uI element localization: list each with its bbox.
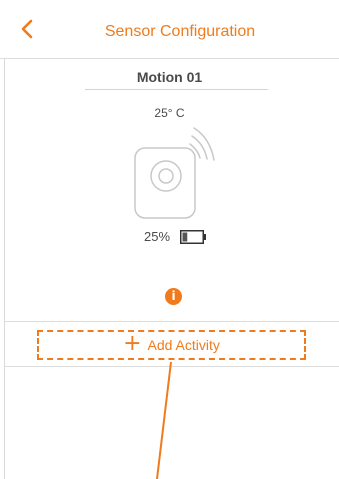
- info-icon[interactable]: i: [165, 288, 182, 305]
- add-activity-label: Add Activity: [147, 337, 220, 353]
- back-button[interactable]: [16, 17, 40, 41]
- device-name-field[interactable]: Motion 01: [0, 68, 339, 86]
- plus-icon: +: [123, 331, 142, 356]
- battery-status: 25%: [144, 228, 207, 246]
- motion-sensor-icon: [130, 126, 220, 220]
- battery-percent: 25%: [144, 229, 171, 244]
- divider: [5, 321, 339, 322]
- add-activity-button[interactable]: + Add Activity: [37, 330, 306, 360]
- divider: [5, 366, 339, 367]
- page-title: Sensor Configuration: [104, 23, 256, 40]
- temperature-reading: 25° C: [154, 106, 185, 120]
- device-name-underline: [85, 89, 268, 90]
- battery-icon: [180, 230, 207, 244]
- chevron-left-icon: [21, 19, 33, 39]
- sensor-configuration-screen: Sensor Configuration Motion 01 25° C 25%…: [0, 0, 339, 479]
- header-bar: Sensor Configuration: [0, 0, 339, 59]
